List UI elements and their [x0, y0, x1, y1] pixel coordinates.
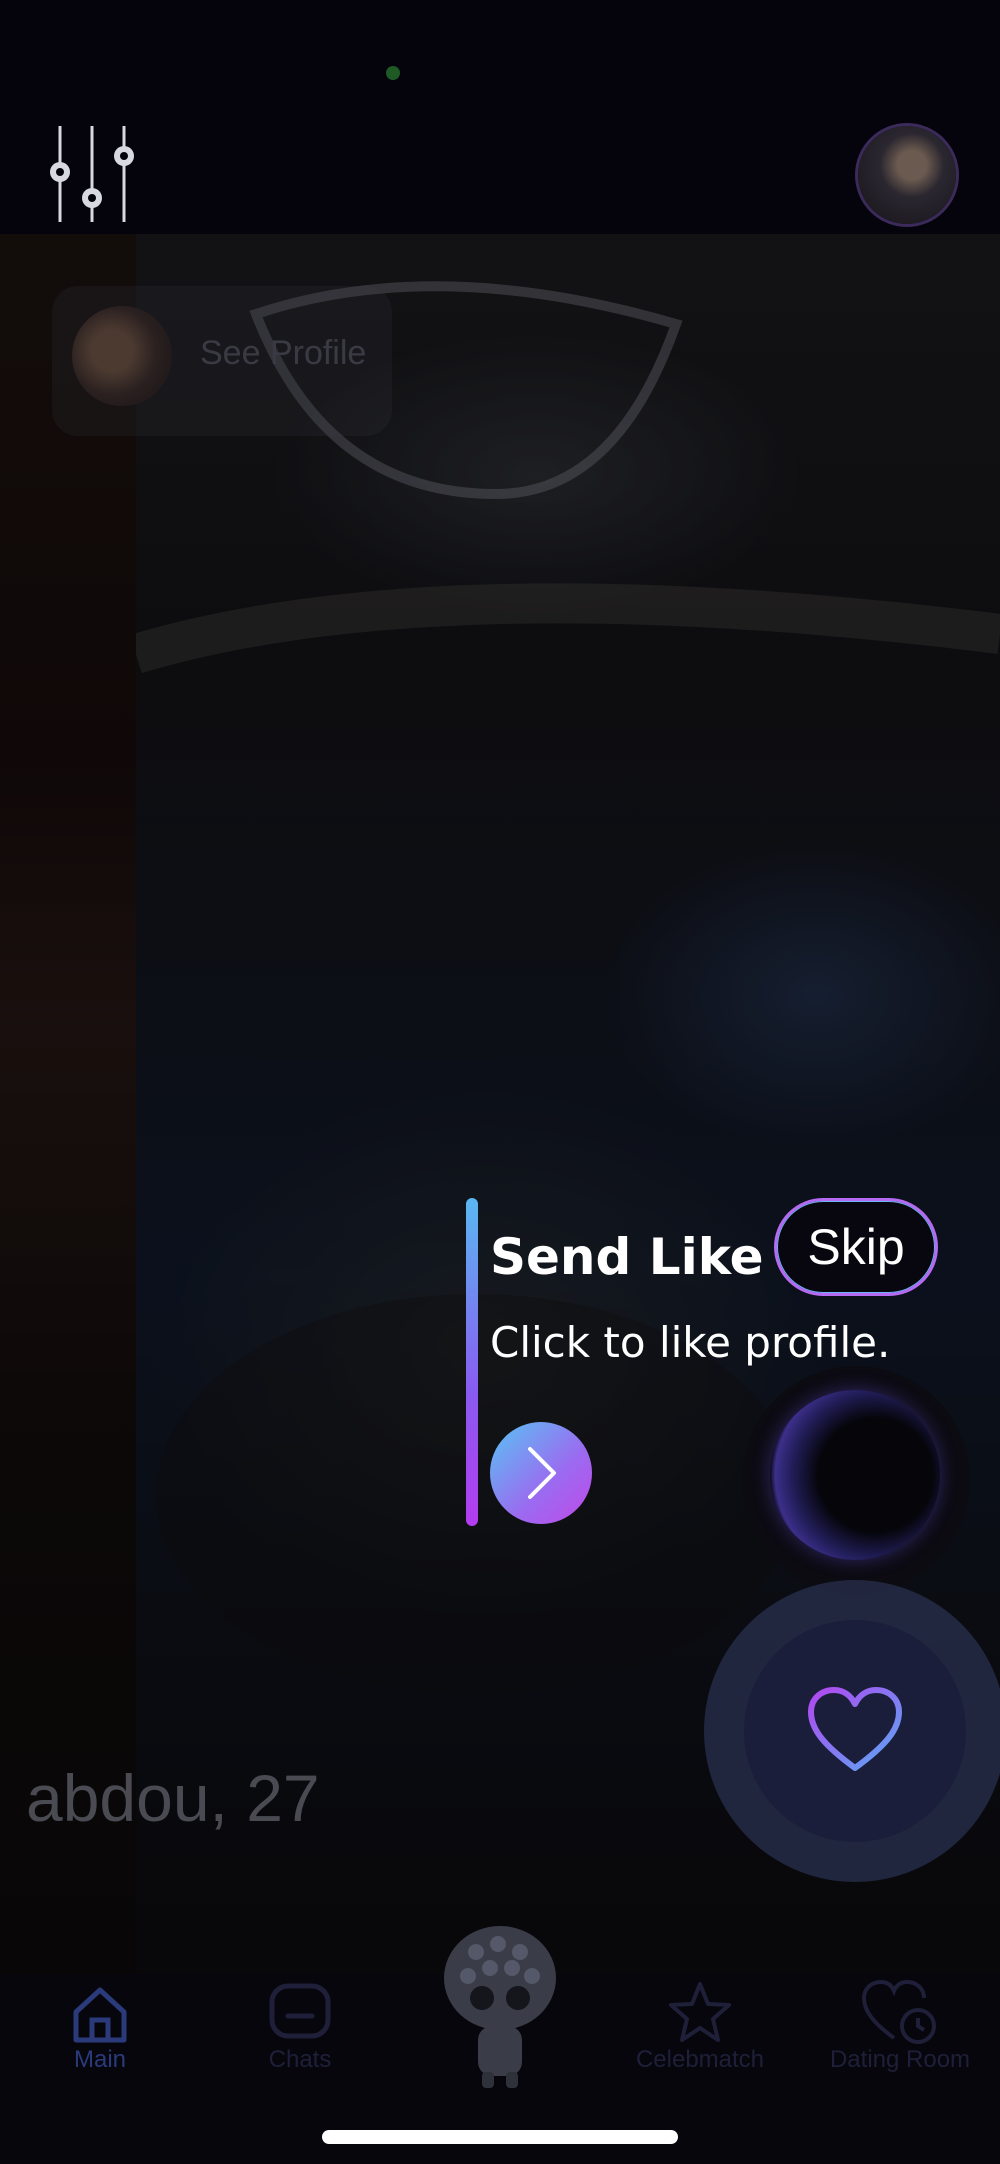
heart-clock-icon — [861, 1979, 936, 2044]
star-icon — [669, 1982, 731, 2042]
tooltip-accent-bar — [466, 1198, 478, 1526]
sliders-gear-icon — [50, 126, 134, 222]
nav-item-main[interactable]: Main — [0, 1974, 200, 2094]
home-indicator[interactable] — [322, 2130, 678, 2144]
mascot-icon — [444, 1926, 556, 2088]
chevron-right-icon — [528, 1447, 556, 1499]
nav-label-dating-room: Dating Room — [829, 2046, 971, 2073]
tooltip-description: Click to like profile. — [490, 1318, 891, 1367]
orb-icon[interactable] — [770, 1390, 940, 1560]
like-button[interactable] — [744, 1620, 966, 1842]
heart-icon — [808, 1687, 902, 1771]
see-profile-label: See Profile — [200, 334, 367, 372]
nav-item-chats[interactable]: Chats — [200, 1974, 400, 2094]
user-avatar[interactable] — [858, 126, 956, 224]
profile-name-age: abdou, 27 — [26, 1761, 320, 1835]
tooltip-title: Send Like — [490, 1228, 764, 1286]
home-icon — [73, 1987, 127, 2043]
nav-label-celebmatch: Celebmatch — [635, 2046, 765, 2073]
top-bar — [0, 0, 1000, 234]
nav-item-mascot[interactable] — [440, 1922, 560, 2092]
nav-label-main: Main — [73, 2046, 127, 2073]
see-profile-chip[interactable]: See Profile — [52, 286, 392, 436]
online-status-dot — [386, 66, 400, 80]
nav-item-dating-room[interactable]: Dating Room — [800, 1974, 1000, 2094]
tooltip-next-button[interactable] — [490, 1422, 592, 1524]
nav-label-chats: Chats — [268, 2046, 332, 2073]
filter-button[interactable] — [40, 122, 140, 232]
nav-item-celebmatch[interactable]: Celebmatch — [600, 1974, 800, 2094]
skip-button[interactable]: Skip — [774, 1198, 938, 1296]
profile-thumbnail — [72, 306, 172, 406]
chat-icon — [269, 1983, 331, 2039]
